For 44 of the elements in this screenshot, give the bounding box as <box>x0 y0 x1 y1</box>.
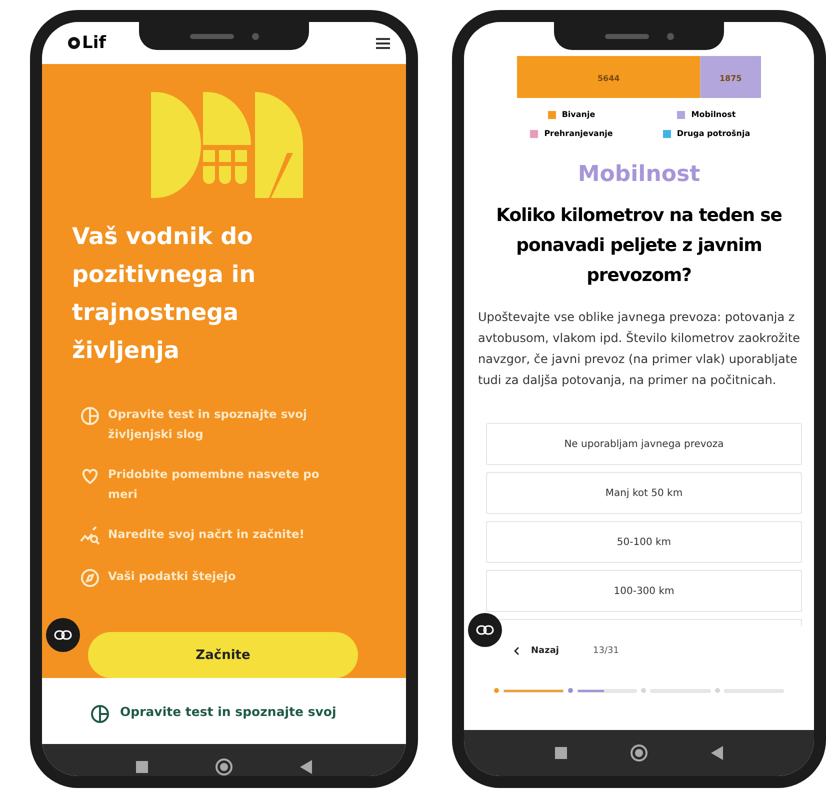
progress-dot <box>641 688 646 693</box>
progress-dot <box>714 688 720 693</box>
section-heading: Opravite test in spoznajte svoj <box>120 704 336 719</box>
feature-text: Pridobite pomembne nasvete po meri <box>108 466 320 503</box>
chart-magnifier-icon <box>80 526 100 546</box>
legend-label: Mobilnost <box>691 110 736 119</box>
pie-chart-icon <box>90 704 110 724</box>
feature-text: Opravite test in spoznajte svoj življenjski slog <box>108 406 308 443</box>
answer-option[interactable]: 100-300 km <box>486 570 802 612</box>
progress-dot <box>568 688 572 693</box>
hero-title: Vaš vodnik do pozitivnega in trajnostnega življenja <box>72 223 257 366</box>
answer-option[interactable]: Manj kot 50 km <box>486 472 802 514</box>
compass-icon <box>80 568 100 588</box>
menu-icon[interactable] <box>376 38 390 48</box>
answer-option[interactable]: Ne uporabljam javnega prevoza <box>486 423 802 465</box>
chevron-left-icon <box>514 647 519 655</box>
legend-label: Prehranjevanje <box>544 129 613 138</box>
link-icon <box>54 630 72 640</box>
progress-dot <box>494 688 499 693</box>
logo-text: Lif <box>82 33 106 53</box>
question-text: Koliko kilometrov na teden se ponavadi peljete z javnim prevozom? <box>495 204 783 288</box>
value-label: 1875 <box>719 74 742 83</box>
circle-icon[interactable] <box>214 758 233 776</box>
back-button[interactable]: Nazaj <box>514 646 560 656</box>
feature-text: Vaši podatki štejejo <box>108 568 237 585</box>
feature-text: Naredite svoj načrt in začnite! <box>108 526 306 543</box>
category-title: Mobilnost <box>578 162 700 187</box>
value-label: 5644 <box>597 74 620 83</box>
square-icon[interactable] <box>136 761 148 773</box>
start-button[interactable]: Začnite <box>88 632 358 678</box>
page-counter: 13/31 <box>593 646 619 656</box>
logo-icon <box>68 37 80 49</box>
question-description: Upoštevajte vse oblike javnega prevoza: potovanja z avtobusom, vlakom ipd. Število kilometrov zaokrožite navzgor, če javni prevoz (na primer vlak) uporabljate tudi za daljša potovanja, na primer na počitnicah. <box>477 309 801 389</box>
heart-icon <box>80 466 100 486</box>
link-icon <box>476 625 494 635</box>
legend-label: Druga potrošnja <box>676 129 750 138</box>
circle-icon[interactable] <box>630 744 648 762</box>
link-button[interactable] <box>468 613 502 647</box>
triangle-icon[interactable] <box>710 746 723 760</box>
pie-chart-icon <box>80 406 100 426</box>
square-icon[interactable] <box>555 747 568 759</box>
triangle-icon[interactable] <box>300 760 312 774</box>
answer-option[interactable]: 50-100 km <box>486 521 802 563</box>
legend-label: Bivanje <box>562 110 596 119</box>
